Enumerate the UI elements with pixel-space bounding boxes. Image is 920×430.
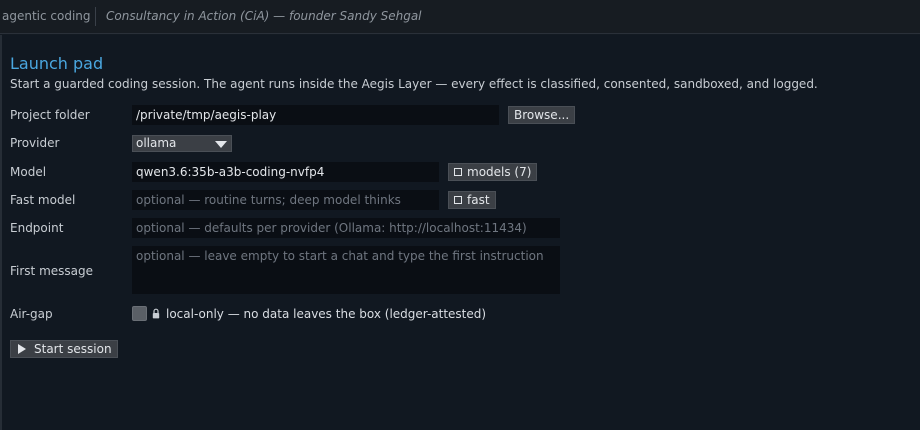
endpoint-label: Endpoint	[10, 221, 64, 235]
box-icon	[454, 196, 462, 204]
provider-selected-value: ollama	[136, 136, 177, 150]
app-title: agentic coding	[2, 9, 91, 23]
fast-button-label: fast	[467, 193, 490, 207]
airgap-checkbox[interactable]	[132, 306, 147, 321]
provider-label: Provider	[10, 136, 60, 150]
box-icon	[454, 168, 462, 176]
fast-button[interactable]: fast	[448, 191, 496, 209]
app-subtitle: Consultancy in Action (CiA) — founder Sa…	[106, 9, 422, 23]
start-session-button[interactable]: Start session	[10, 340, 118, 358]
first-message-input[interactable]	[132, 246, 560, 294]
play-icon	[18, 344, 26, 354]
project-folder-input[interactable]	[132, 105, 499, 125]
chevron-down-icon	[215, 141, 227, 148]
fast-model-input[interactable]	[132, 190, 439, 210]
models-button[interactable]: models (7)	[448, 163, 538, 181]
airgap-label: Air-gap	[10, 307, 53, 321]
project-folder-label: Project folder	[10, 108, 90, 122]
endpoint-input[interactable]	[132, 218, 560, 238]
model-label: Model	[10, 165, 47, 179]
models-button-label: models (7)	[467, 165, 532, 179]
provider-select[interactable]: ollama	[132, 135, 232, 152]
model-input[interactable]	[132, 162, 439, 182]
lock-icon	[152, 308, 160, 319]
fast-model-label: Fast model	[10, 193, 76, 207]
start-session-label: Start session	[34, 342, 112, 356]
first-message-label: First message	[10, 264, 93, 278]
intro-text: Start a guarded coding session. The agen…	[10, 77, 818, 91]
title-divider	[95, 7, 96, 26]
page-title: Launch pad	[10, 54, 104, 73]
browse-button[interactable]: Browse...	[508, 106, 576, 124]
top-bar: agentic coding Consultancy in Action (Ci…	[0, 0, 920, 34]
airgap-description: local-only — no data leaves the box (led…	[166, 307, 487, 321]
